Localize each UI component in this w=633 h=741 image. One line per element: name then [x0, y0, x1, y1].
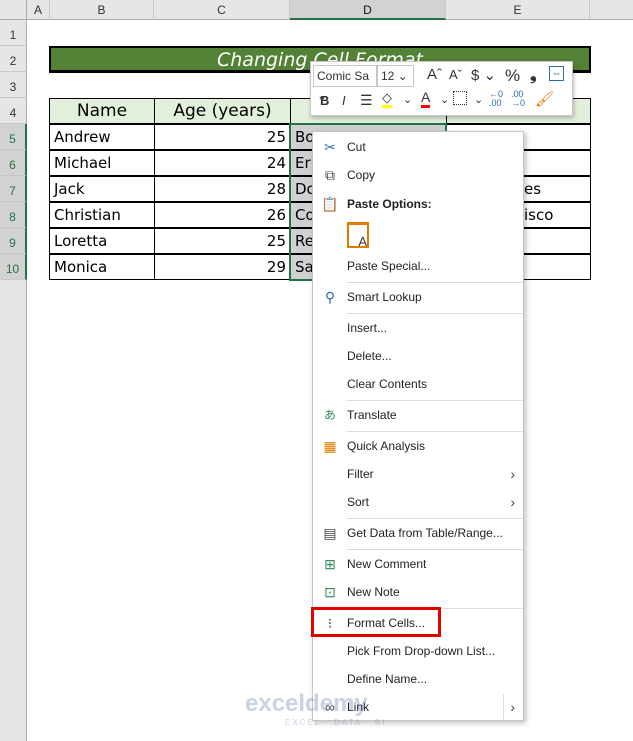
exceldemy-watermark: exceldemy EXCEL · DATA · BI: [245, 690, 387, 727]
cell-age[interactable]: 29: [154, 254, 291, 280]
cell-age[interactable]: 28: [154, 176, 291, 202]
new-comment-icon: ⊞: [324, 556, 336, 572]
menu-item-filter[interactable]: Filter ›: [313, 461, 523, 487]
cell-name[interactable]: Christian: [49, 202, 155, 228]
cell-age[interactable]: 25: [154, 124, 291, 150]
cell-name[interactable]: Monica: [49, 254, 155, 280]
format-painter-icon[interactable]: 🖌: [535, 90, 554, 108]
search-icon: ⚲: [324, 289, 336, 305]
fill-color-icon[interactable]: ◇: [382, 91, 392, 108]
cell-name[interactable]: Loretta: [49, 228, 155, 254]
font-color-dropdown-icon[interactable]: ⌄: [440, 93, 449, 106]
row-header-5[interactable]: 5: [0, 124, 27, 150]
menu-item-pick-from-list[interactable]: Pick From Drop-down List...: [313, 638, 523, 664]
menu-item-copy[interactable]: ⧉ Copy: [313, 162, 523, 188]
mini-toolbar: Comic Sa ⌄ 12 ⌄ Aˆ Aˇ $ ⌄ % ❟ ⇔ B I ☰ ◇ …: [310, 61, 573, 116]
align-center-icon[interactable]: ☰: [360, 92, 373, 109]
cell-name[interactable]: Andrew: [49, 124, 155, 150]
font-name-box[interactable]: Comic Sa ⌄: [313, 65, 377, 103]
row-header-10[interactable]: 10: [0, 254, 27, 280]
new-note-icon: ⊡: [324, 584, 336, 600]
select-all-corner[interactable]: [0, 0, 27, 20]
column-header-d[interactable]: D: [290, 0, 446, 20]
chevron-right-icon: ›: [510, 494, 515, 510]
menu-item-smart-lookup[interactable]: ⚲ Smart Lookup: [313, 284, 523, 310]
row-header-area: [0, 280, 27, 741]
clipboard-icon: 📋: [321, 196, 339, 212]
header-name[interactable]: Name: [49, 98, 155, 124]
merge-center-icon[interactable]: ⇔: [549, 66, 564, 81]
increase-decimal-icon[interactable]: ←0.00: [489, 90, 503, 108]
paste-keep-text-icon[interactable]: A: [347, 222, 369, 249]
menu-item-paste-special[interactable]: Paste Special...: [313, 253, 523, 279]
cell-age[interactable]: 26: [154, 202, 291, 228]
column-header-b[interactable]: B: [50, 0, 154, 20]
bold-icon[interactable]: B: [320, 93, 329, 108]
column-header-e[interactable]: E: [446, 0, 590, 20]
menu-item-clear-contents[interactable]: Clear Contents: [313, 371, 523, 397]
fill-dropdown-icon[interactable]: ⌄: [403, 93, 412, 106]
font-size-box[interactable]: 12 ⌄: [377, 65, 414, 87]
currency-icon[interactable]: $ ⌄: [471, 66, 496, 84]
row-header-2[interactable]: 2: [0, 46, 27, 72]
decrease-font-icon[interactable]: Aˇ: [449, 67, 462, 82]
paste-options-label: 📋 Paste Options:: [321, 196, 432, 212]
menu-item-translate[interactable]: あ Translate: [313, 402, 523, 428]
menu-item-insert[interactable]: Insert...: [313, 315, 523, 341]
row-header-4[interactable]: 4: [0, 98, 27, 124]
column-header-c[interactable]: C: [154, 0, 290, 20]
percent-icon[interactable]: %: [505, 66, 520, 86]
row-header-9[interactable]: 9: [0, 228, 27, 254]
italic-icon[interactable]: I: [342, 93, 346, 108]
table-icon: ▤: [323, 525, 337, 541]
cell-age[interactable]: 24: [154, 150, 291, 176]
borders-icon[interactable]: [453, 91, 467, 105]
row-header-8[interactable]: 8: [0, 202, 27, 228]
comma-style-icon[interactable]: ❟: [530, 65, 537, 85]
menu-item-define-name[interactable]: Define Name...: [313, 666, 523, 692]
cell-name[interactable]: Jack: [49, 176, 155, 202]
cell-age[interactable]: 25: [154, 228, 291, 254]
menu-item-sort[interactable]: Sort ›: [313, 489, 523, 515]
row-header-7[interactable]: 7: [0, 176, 27, 202]
font-color-icon[interactable]: A: [421, 90, 431, 108]
format-cells-highlight: [311, 607, 441, 637]
decrease-decimal-icon[interactable]: .00 →0: [511, 90, 525, 108]
column-header-f[interactable]: [590, 0, 633, 20]
row-header-3[interactable]: 3: [0, 72, 27, 98]
copy-icon: ⧉: [325, 167, 335, 183]
cell-name[interactable]: Michael: [49, 150, 155, 176]
chevron-right-icon: ›: [510, 466, 515, 482]
borders-dropdown-icon[interactable]: ⌄: [474, 93, 483, 106]
translate-icon: あ: [323, 408, 336, 422]
menu-item-delete[interactable]: Delete...: [313, 343, 523, 369]
menu-item-get-data[interactable]: ▤ Get Data from Table/Range...: [313, 520, 523, 546]
menu-item-new-note[interactable]: ⊡ New Note: [313, 579, 523, 605]
row-header-1[interactable]: 1: [0, 20, 27, 46]
scissors-icon: ✂: [324, 139, 336, 155]
header-age[interactable]: Age (years): [154, 98, 291, 124]
quick-analysis-icon: ▦: [323, 438, 337, 454]
column-header-a[interactable]: A: [27, 0, 50, 20]
increase-font-icon[interactable]: Aˆ: [427, 66, 442, 83]
menu-item-quick-analysis[interactable]: ▦ Quick Analysis: [313, 433, 523, 459]
row-header-6[interactable]: 6: [0, 150, 27, 176]
menu-item-new-comment[interactable]: ⊞ New Comment: [313, 551, 523, 577]
chevron-right-icon: ›: [503, 694, 515, 720]
menu-item-cut[interactable]: ✂ Cut: [313, 134, 523, 160]
